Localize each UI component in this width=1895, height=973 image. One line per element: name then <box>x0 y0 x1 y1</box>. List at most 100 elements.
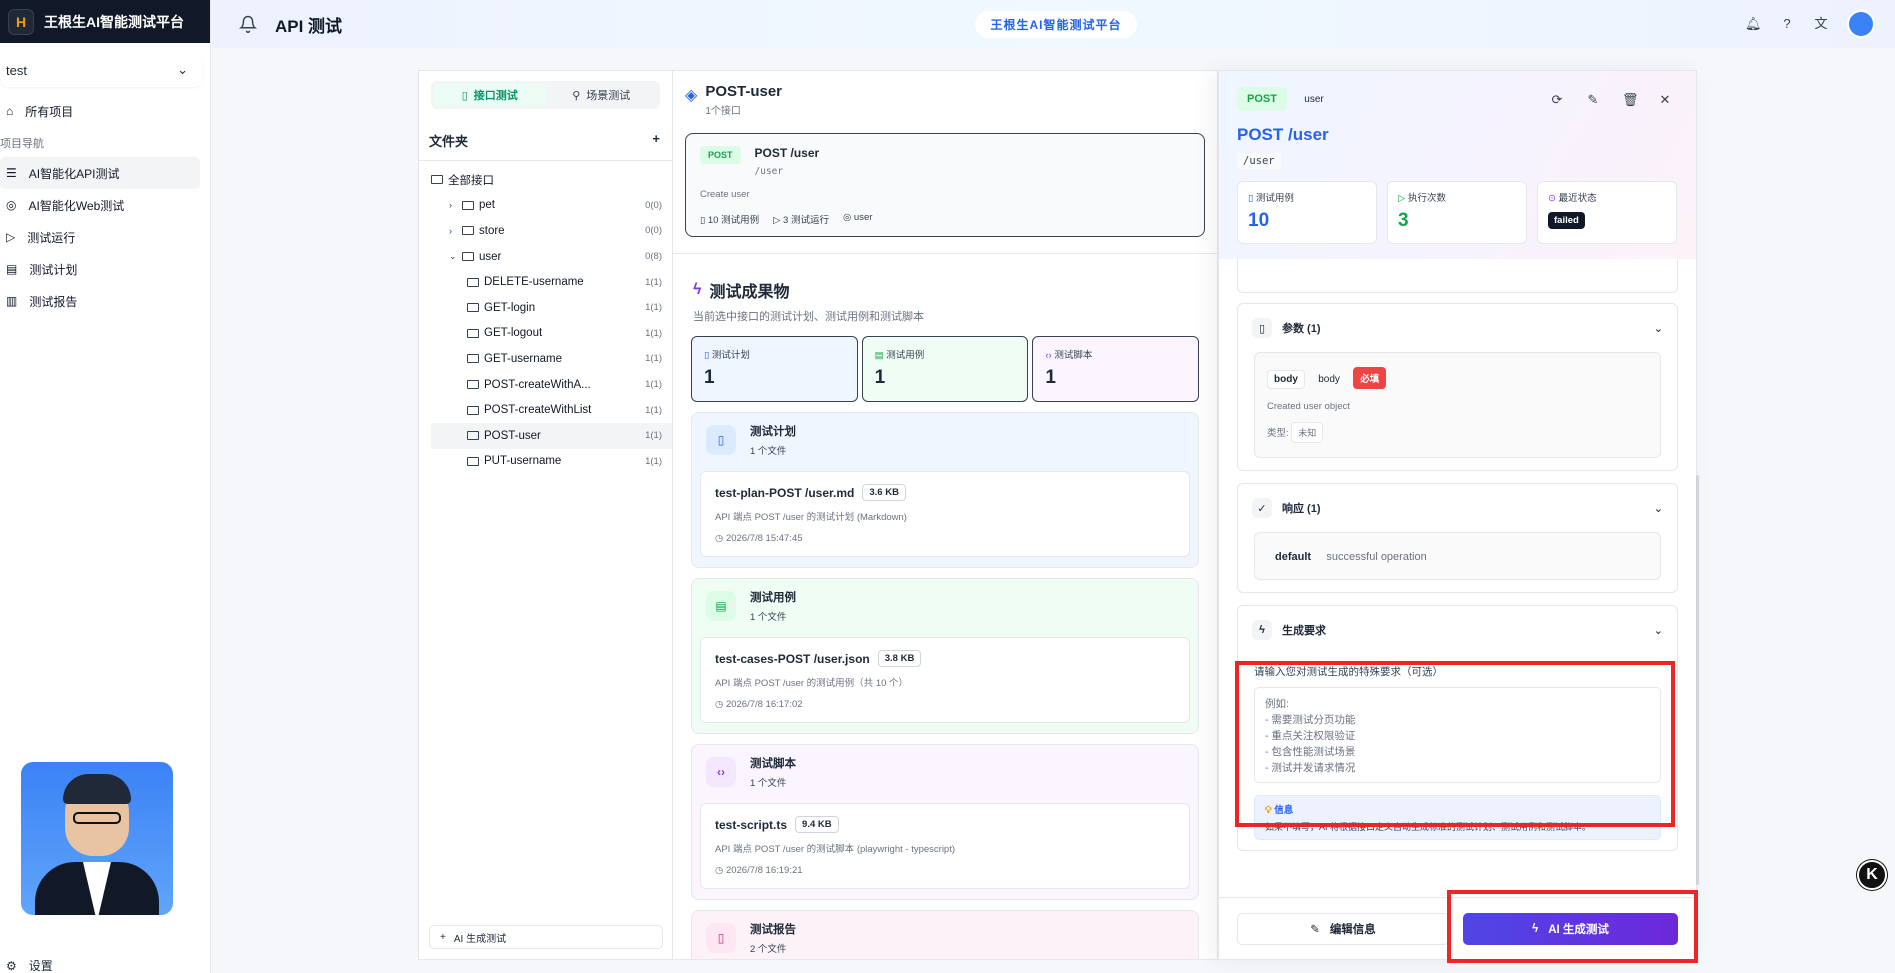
detail-stat-status: ⊙ 最近状态 failed <box>1537 181 1677 244</box>
param-in: body <box>1318 374 1340 385</box>
bell-icon[interactable] <box>239 15 257 33</box>
k-floating-icon[interactable]: K <box>1857 860 1887 890</box>
nav-item-test-runs[interactable]: ▷ 测试运行 <box>0 221 200 253</box>
code-icon: ‹› <box>706 757 736 787</box>
refresh-icon[interactable]: ⟳ <box>1550 93 1564 107</box>
tree-count: 1(1) <box>645 302 662 314</box>
clock-icon: ◷ <box>715 865 726 876</box>
tab-scenario-test[interactable]: ⚲ 场景测试 <box>546 84 658 106</box>
tree-folder[interactable]: › pet 0(0) <box>431 193 672 219</box>
layers-icon: ◈ <box>685 87 698 104</box>
required-badge: 必填 <box>1353 367 1387 389</box>
nav-all-projects[interactable]: ⌂ 所有项目 <box>0 95 200 127</box>
detail-stat-cases: ▯ 测试用例 10 <box>1237 181 1377 244</box>
nav-section-label: 项目导航 <box>0 138 44 150</box>
tree-count: 0(0) <box>645 199 662 211</box>
tree-item[interactable]: POST-createWithList 1(1) <box>431 397 672 423</box>
chevron-right-icon: › <box>449 225 452 236</box>
folder-icon <box>462 226 474 236</box>
scrollbar[interactable] <box>1696 475 1699 885</box>
translate-icon[interactable]: 文 <box>1813 16 1829 32</box>
file-icon: ▯ <box>706 425 736 455</box>
tree-item-label: POST-createWithA... <box>484 378 591 391</box>
edit-icon[interactable]: ✎ <box>1586 93 1600 107</box>
artifact-file[interactable]: test-script.ts 9.4 KB API 端点 POST /user 的… <box>700 803 1190 889</box>
api-card[interactable]: POST POST /user /user Create user ▯ 10 测… <box>685 133 1205 237</box>
response-header[interactable]: ✓ 响应 (1) ⌄ <box>1238 484 1677 532</box>
interface-title: POST-user <box>705 83 783 100</box>
notification-icon[interactable]: 🔔︎ <box>1745 16 1762 32</box>
requirements-textarea[interactable]: 例如: - 需要测试分页功能 - 重点关注权限验证 - 包含性能测试场景 - 测… <box>1254 687 1661 783</box>
tree-count: 1(1) <box>645 430 662 442</box>
stat-test-cases[interactable]: ▤ 测试用例 1 <box>861 336 1029 402</box>
api-runs-label: 3 测试运行 <box>783 215 829 226</box>
add-folder-icon[interactable]: + <box>652 131 660 150</box>
tree-item-label: POST-createWithList <box>484 404 592 417</box>
param-type-label: 类型: <box>1267 428 1289 439</box>
tree-item[interactable]: DELETE-username 1(1) <box>431 269 672 295</box>
help-icon[interactable]: ? <box>1779 16 1795 32</box>
tab-api-test[interactable]: ▯ 接口测试 <box>434 84 546 106</box>
close-icon[interactable]: ✕ <box>1658 93 1672 107</box>
user-avatar[interactable] <box>1847 10 1875 38</box>
nav-item-label: AI智能化API测试 <box>28 166 120 181</box>
response-code: default <box>1275 551 1312 563</box>
interface-panel: ◈ POST-user 1个接口 POST POST /user /user C… <box>673 70 1218 960</box>
artifact-count: 1 个文件 <box>750 778 787 789</box>
edit-info-button[interactable]: ✎ 编辑信息 <box>1237 913 1449 945</box>
stat-test-script[interactable]: ‹› 测试脚本 1 <box>1032 336 1200 402</box>
project-select[interactable]: test ⌄ <box>0 53 202 87</box>
tree-folder[interactable]: › store 0(0) <box>431 218 672 244</box>
play-icon: ▷ <box>1398 193 1408 204</box>
nav-settings[interactable]: ⚙ 设置 <box>6 957 53 973</box>
artifact-file[interactable]: test-cases-POST /user.json 3.8 KB API 端点 … <box>700 637 1190 723</box>
home-icon: ⌂ <box>6 104 14 118</box>
folder-icon <box>467 328 479 338</box>
params-header[interactable]: ▯ 参数 (1) ⌄ <box>1238 304 1677 352</box>
stat-test-plan[interactable]: ▯ 测试计划 1 <box>691 336 858 402</box>
gen-req-header[interactable]: ϟ 生成要求 ⌄ <box>1238 606 1677 654</box>
ai-generate-button[interactable]: ϟ AI 生成测试 <box>1463 913 1678 945</box>
tree-root[interactable]: 全部接口 <box>431 167 672 193</box>
tree-item[interactable]: POST-user 1(1) <box>431 422 672 449</box>
tree-item[interactable]: POST-createWithA... 1(1) <box>431 372 672 398</box>
tree-folder[interactable]: ⌄ user 0(8) <box>431 244 672 270</box>
artifact-file[interactable]: test-plan-POST /user.md 3.6 KB API 端点 POS… <box>700 471 1190 557</box>
test-type-tabs: ▯ 接口测试 ⚲ 场景测试 <box>431 81 660 109</box>
interface-detail-panel: POST user ⟳ ✎ 🗑︎ ✕ POST /user /user ▯ 测试… <box>1218 70 1697 960</box>
file-name: test-script.ts <box>715 817 788 832</box>
ai-generate-test-button[interactable]: + AI 生成测试 <box>429 925 663 949</box>
method-badge: POST <box>700 146 741 164</box>
info-title: 信息 <box>1274 805 1294 816</box>
param-desc: Created user object <box>1267 401 1350 412</box>
tree-item[interactable]: GET-username 1(1) <box>431 346 672 372</box>
info-box: 💡︎ 信息 如果不填写，AI 将根据接口定义自动生成标准的测试计划、测试用例和测… <box>1254 795 1661 840</box>
nav-item-label: 测试运行 <box>27 230 76 245</box>
tree-item[interactable]: GET-login 1(1) <box>431 295 672 321</box>
tree-item-label: POST-user <box>484 429 541 442</box>
gear-icon: ⚙ <box>6 958 17 973</box>
trash-icon[interactable]: 🗑︎ <box>1622 93 1639 107</box>
section-response: ✓ 响应 (1) ⌄ default successful operation <box>1237 483 1678 593</box>
file-icon: ▯ <box>461 89 468 102</box>
nav-item-test-plans[interactable]: ▤ 测试计划 <box>0 253 200 285</box>
tree-item[interactable]: PUT-username 1(1) <box>431 449 672 475</box>
sidebar: H 王根生AI智能测试平台 test ⌄ ⌂ 所有项目 项目导航 ☰ AI智能化… <box>0 0 211 973</box>
photo-hair <box>63 774 131 804</box>
report-icon: ▯ <box>706 923 736 953</box>
stat-value: 10 <box>1248 210 1270 231</box>
nav-item-web-test[interactable]: ◎ AI智能化Web测试 <box>0 189 200 221</box>
folder-title: 文件夹 <box>429 134 469 149</box>
section-generation-requirements: ϟ 生成要求 ⌄ 请输入您对测试生成的特殊要求（可选） 例如: - 需要测试分页… <box>1237 605 1678 851</box>
stat-label: 测试用例 <box>886 350 925 361</box>
section-title: 参数 (1) <box>1282 323 1321 335</box>
clipboard-icon: ▤ <box>6 262 18 276</box>
globe-icon: ◎ <box>842 212 854 223</box>
brand-title: 王根生AI智能测试平台 <box>44 13 184 30</box>
nav-item-api-test[interactable]: ☰ AI智能化API测试 <box>0 157 200 189</box>
tree-count: 1(1) <box>645 327 662 339</box>
folder-panel: ▯ 接口测试 ⚲ 场景测试 文件夹 + 全部接口 › pet 0(0) › st… <box>418 70 673 960</box>
nav-item-test-reports[interactable]: ▥ 测试报告 <box>0 285 200 317</box>
tree-item[interactable]: GET-logout 1(1) <box>431 321 672 347</box>
pencil-icon: ✎ <box>1310 924 1320 936</box>
